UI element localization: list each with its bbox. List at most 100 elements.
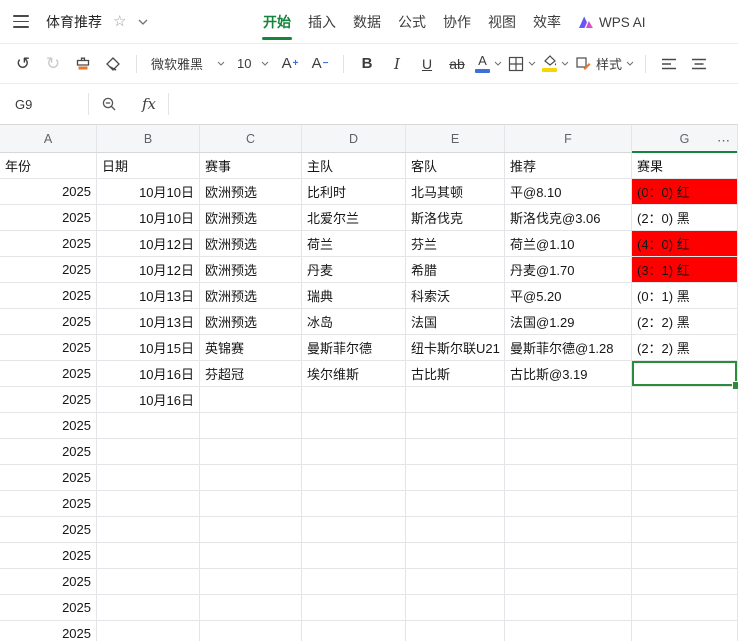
cell-G11[interactable] <box>632 413 738 439</box>
cell-C6[interactable]: 欧洲预选 <box>200 283 302 309</box>
cell-A4[interactable]: 2025 <box>0 231 97 257</box>
cell-A12[interactable]: 2025 <box>0 439 97 465</box>
insert-function-button[interactable]: fx <box>142 95 156 113</box>
cell-E9[interactable]: 古比斯 <box>406 361 505 387</box>
cell-B1[interactable]: 日期 <box>97 153 200 179</box>
cell-G15[interactable] <box>632 517 738 543</box>
cell-B4[interactable]: 10月12日 <box>97 231 200 257</box>
cell-E18[interactable] <box>406 595 505 621</box>
cell-D16[interactable] <box>302 543 406 569</box>
cell-B6[interactable]: 10月13日 <box>97 283 200 309</box>
cell-B10[interactable]: 10月16日 <box>97 387 200 413</box>
font-size-select[interactable]: 10 <box>231 50 275 78</box>
cell-A14[interactable]: 2025 <box>0 491 97 517</box>
cell-F3[interactable]: 斯洛伐克@3.06 <box>505 205 632 231</box>
tab-formula[interactable]: 公式 <box>398 12 426 32</box>
cell-D11[interactable] <box>302 413 406 439</box>
cell-D18[interactable] <box>302 595 406 621</box>
cell-C12[interactable] <box>200 439 302 465</box>
cell-G6[interactable]: (0：1) 黑 <box>632 283 738 309</box>
align-left-button[interactable] <box>654 50 684 78</box>
cell-G3[interactable]: (2：0) 黑 <box>632 205 738 231</box>
cell-E13[interactable] <box>406 465 505 491</box>
cell-B13[interactable] <box>97 465 200 491</box>
cell-G1[interactable]: 赛果 <box>632 153 738 179</box>
format-painter-button[interactable] <box>68 50 98 78</box>
cell-F4[interactable]: 荷兰@1.10 <box>505 231 632 257</box>
cell-E3[interactable]: 斯洛伐克 <box>406 205 505 231</box>
cell-A18[interactable]: 2025 <box>0 595 97 621</box>
cell-G4[interactable]: (4：0) 红 <box>632 231 738 257</box>
cell-F10[interactable] <box>505 387 632 413</box>
name-box[interactable]: G9 <box>0 97 88 112</box>
redo-button[interactable]: ↻ <box>38 50 68 78</box>
font-name-select[interactable]: 微软雅黑 <box>145 50 231 78</box>
cell-D13[interactable] <box>302 465 406 491</box>
cell-E12[interactable] <box>406 439 505 465</box>
cell-B3[interactable]: 10月10日 <box>97 205 200 231</box>
cell-F12[interactable] <box>505 439 632 465</box>
cell-E14[interactable] <box>406 491 505 517</box>
cell-B9[interactable]: 10月16日 <box>97 361 200 387</box>
cell-D9[interactable]: 埃尔维斯 <box>302 361 406 387</box>
cell-G17[interactable] <box>632 569 738 595</box>
cell-C17[interactable] <box>200 569 302 595</box>
cell-E15[interactable] <box>406 517 505 543</box>
cell-D1[interactable]: 主队 <box>302 153 406 179</box>
cell-F11[interactable] <box>505 413 632 439</box>
column-header-B[interactable]: B <box>97 125 200 152</box>
cell-G7[interactable]: (2：2) 黑 <box>632 309 738 335</box>
wps-ai-button[interactable]: WPS AI <box>578 15 646 30</box>
eraser-button[interactable] <box>98 50 128 78</box>
align-center-button[interactable] <box>684 50 714 78</box>
cell-G18[interactable] <box>632 595 738 621</box>
tab-home[interactable]: 开始 <box>262 12 292 40</box>
cell-D12[interactable] <box>302 439 406 465</box>
cell-F17[interactable] <box>505 569 632 595</box>
cell-F9[interactable]: 古比斯@3.19 <box>505 361 632 387</box>
tab-data[interactable]: 数据 <box>353 12 381 32</box>
undo-button[interactable]: ↺ <box>8 50 38 78</box>
cell-A3[interactable]: 2025 <box>0 205 97 231</box>
favorite-star-icon[interactable]: ☆ <box>113 14 126 29</box>
cell-D19[interactable] <box>302 621 406 641</box>
cell-B18[interactable] <box>97 595 200 621</box>
cell-A6[interactable]: 2025 <box>0 283 97 309</box>
cell-E1[interactable]: 客队 <box>406 153 505 179</box>
cell-A17[interactable]: 2025 <box>0 569 97 595</box>
cell-E4[interactable]: 芬兰 <box>406 231 505 257</box>
cell-E16[interactable] <box>406 543 505 569</box>
cell-D3[interactable]: 北爱尔兰 <box>302 205 406 231</box>
cell-E2[interactable]: 北马其顿 <box>406 179 505 205</box>
cell-G9[interactable] <box>632 361 738 390</box>
cell-A10[interactable]: 2025 <box>0 387 97 413</box>
cell-B11[interactable] <box>97 413 200 439</box>
cell-A7[interactable]: 2025 <box>0 309 97 335</box>
cell-A5[interactable]: 2025 <box>0 257 97 283</box>
cell-style-button[interactable]: 样式 <box>572 50 637 78</box>
cell-C2[interactable]: 欧洲预选 <box>200 179 302 205</box>
increase-font-button[interactable]: A + <box>275 50 305 78</box>
cell-C9[interactable]: 芬超冠 <box>200 361 302 387</box>
cell-A13[interactable]: 2025 <box>0 465 97 491</box>
cell-C16[interactable] <box>200 543 302 569</box>
cell-G8[interactable]: (2：2) 黑 <box>632 335 738 361</box>
cell-B12[interactable] <box>97 439 200 465</box>
strikethrough-button[interactable]: ab <box>442 50 472 78</box>
column-header-F[interactable]: F <box>505 125 632 152</box>
column-header-E[interactable]: E <box>406 125 505 152</box>
cell-D5[interactable]: 丹麦 <box>302 257 406 283</box>
cell-D17[interactable] <box>302 569 406 595</box>
cell-D6[interactable]: 瑞典 <box>302 283 406 309</box>
cell-B8[interactable]: 10月15日 <box>97 335 200 361</box>
cell-D7[interactable]: 冰岛 <box>302 309 406 335</box>
cell-D4[interactable]: 荷兰 <box>302 231 406 257</box>
cell-C13[interactable] <box>200 465 302 491</box>
cell-A19[interactable]: 2025 <box>0 621 97 641</box>
cell-B14[interactable] <box>97 491 200 517</box>
cell-B19[interactable] <box>97 621 200 641</box>
cell-C1[interactable]: 赛事 <box>200 153 302 179</box>
cell-C18[interactable] <box>200 595 302 621</box>
cell-C19[interactable] <box>200 621 302 641</box>
cell-B2[interactable]: 10月10日 <box>97 179 200 205</box>
